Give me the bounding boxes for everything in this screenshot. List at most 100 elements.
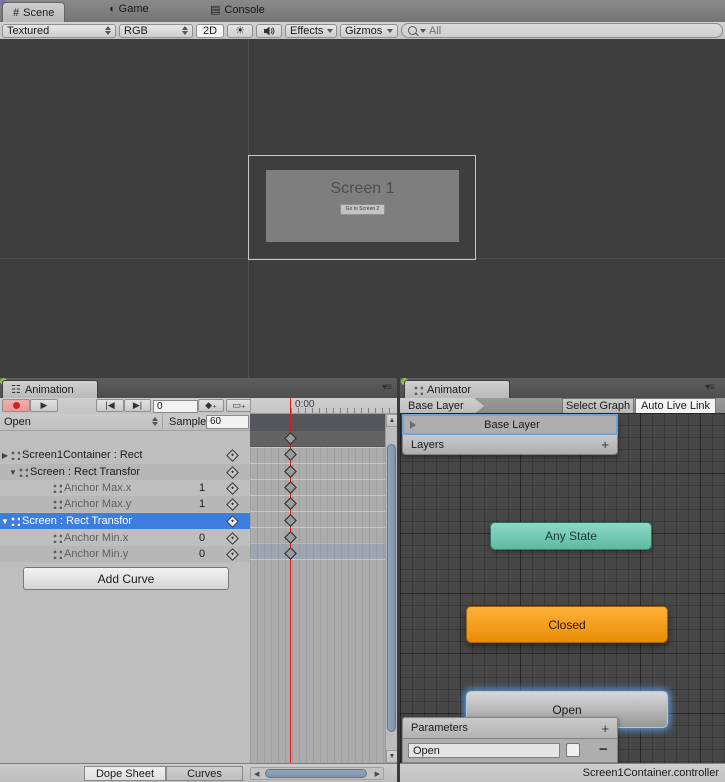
add-keyframe-button[interactable]: ◆₊ xyxy=(198,399,224,412)
remove-parameter-button[interactable]: − xyxy=(599,741,608,758)
rect-transform-icon xyxy=(18,467,28,477)
add-parameter-button[interactable]: + xyxy=(601,721,609,736)
screen1-panel[interactable]: Screen 1 Go to Screen 2 xyxy=(266,170,459,242)
animator-breadcrumb-bar: Base Layer Select Graph Auto Live Link xyxy=(400,398,725,414)
state-machine-graph[interactable]: Any State Closed Open xyxy=(400,413,725,763)
parameter-bool-checkbox[interactable] xyxy=(566,743,580,757)
console-icon: ▤ xyxy=(210,3,220,16)
dope-sheet-button[interactable]: Dope Sheet xyxy=(84,766,166,781)
tab-scene-label: Scene xyxy=(23,7,54,19)
tab-scene[interactable]: # Scene xyxy=(2,2,65,23)
property-row[interactable]: Anchor Max.x 1 xyxy=(0,480,250,496)
effects-dropdown[interactable]: Effects xyxy=(285,24,337,38)
add-curve-button[interactable]: Add Curve xyxy=(23,567,229,590)
keyframe-diamond-button[interactable] xyxy=(226,449,239,462)
property-label: Anchor Min.y xyxy=(64,548,128,560)
scene-search-input[interactable]: All xyxy=(401,23,723,38)
tab-game[interactable]: ◖ Game xyxy=(108,3,149,15)
breadcrumb-base-layer[interactable]: Base Layer xyxy=(400,398,484,414)
2d-toggle-button[interactable]: 2D xyxy=(196,24,224,38)
scene-audio-button[interactable] xyxy=(256,24,282,38)
panel-menu-icon[interactable]: ▾≡ xyxy=(382,382,391,393)
foldout-arrow[interactable]: ▼ xyxy=(0,517,10,526)
scene-lighting-button[interactable]: ☀ xyxy=(227,24,253,38)
property-row-selected[interactable]: ▼ Screen : Rect Transfor xyxy=(0,513,250,529)
rect-transform-icon xyxy=(10,516,20,526)
keyframe-diamond-button[interactable] xyxy=(226,498,239,511)
property-row-container[interactable]: ▶ Screen1Container : Rect xyxy=(0,447,250,463)
play-button[interactable]: ▶ xyxy=(30,399,58,412)
rect-transform-icon xyxy=(52,483,62,493)
updown-arrows-icon xyxy=(152,414,158,429)
timeline-vertical-scrollbar[interactable]: ▲ ▼ xyxy=(385,414,397,763)
keyframe-diamond-button[interactable] xyxy=(226,532,239,545)
animation-panel: ☷ Animation ▾≡ ▶ |◀ ▶| 0 ◆₊ ▭₊ xyxy=(0,378,397,782)
property-row[interactable]: Anchor Min.y 0 xyxy=(0,546,250,562)
auto-live-link-button[interactable]: Auto Live Link xyxy=(635,398,716,414)
rect-transform-icon xyxy=(10,450,20,460)
panel-menu-icon[interactable]: ▾≡ xyxy=(705,382,714,393)
search-filter-caret-icon xyxy=(420,29,426,36)
record-button[interactable] xyxy=(2,399,30,412)
clip-dropdown[interactable]: Open xyxy=(0,414,163,429)
record-icon xyxy=(13,402,20,409)
scroll-right-icon[interactable]: ▶ xyxy=(375,770,380,778)
keyframe-diamond-button[interactable] xyxy=(226,548,239,561)
property-label: Screen : Rect Transfor xyxy=(30,466,140,478)
select-graph-label: Select Graph xyxy=(566,400,630,412)
keyframe-diamond-button[interactable] xyxy=(226,482,239,495)
parameters-body: Open − xyxy=(402,739,618,763)
add-layer-button[interactable]: + xyxy=(601,437,609,452)
scroll-left-icon[interactable]: ◀ xyxy=(254,770,259,778)
tab-animator[interactable]: Animator xyxy=(404,380,510,398)
shading-mode-dropdown[interactable]: Textured xyxy=(2,24,116,38)
controller-path-label: Screen1Container.controller xyxy=(583,767,719,779)
timeline-dopesheet-area[interactable] xyxy=(250,447,385,763)
horizontal-scrollbar-thumb[interactable] xyxy=(265,769,367,778)
breadcrumb-label: Base Layer xyxy=(408,400,464,412)
state-node-closed[interactable]: Closed xyxy=(466,606,668,643)
property-row[interactable]: Anchor Max.y 1 xyxy=(0,496,250,512)
scene-view[interactable]: Screen 1 Go to Screen 2 xyxy=(0,40,725,378)
goto-screen2-button[interactable]: Go to Screen 2 xyxy=(340,204,386,215)
effects-label: Effects xyxy=(290,25,323,37)
curves-button[interactable]: Curves xyxy=(166,766,243,781)
render-channels-label: RGB xyxy=(124,25,148,37)
keyframe-diamond-button[interactable] xyxy=(226,466,239,479)
frame-number-field[interactable]: 0 xyxy=(153,400,198,413)
parameters-header[interactable]: Parameters + xyxy=(402,717,618,739)
property-value: 0 xyxy=(199,532,205,544)
tab-console[interactable]: ▤ Console xyxy=(210,3,265,16)
add-event-button[interactable]: ▭₊ xyxy=(226,399,252,412)
timeline-header-strip xyxy=(250,414,385,431)
timeline-summary-strip xyxy=(250,431,385,447)
add-curve-label: Add Curve xyxy=(98,572,155,586)
sample-rate-field[interactable]: 60 xyxy=(206,415,249,429)
skip-start-icon: |◀ xyxy=(105,400,114,411)
gizmos-dropdown[interactable]: Gizmos xyxy=(340,24,398,38)
foldout-arrow[interactable]: ▼ xyxy=(8,468,18,477)
select-graph-button[interactable]: Select Graph xyxy=(562,398,634,414)
parameter-name-field[interactable]: Open xyxy=(408,743,560,758)
property-label: Screen1Container : Rect xyxy=(22,449,142,461)
foldout-arrow[interactable]: ▶ xyxy=(0,451,10,460)
goto-last-frame-button[interactable]: ▶| xyxy=(124,399,151,412)
layers-header[interactable]: Layers + xyxy=(402,435,618,455)
state-node-any-state[interactable]: Any State xyxy=(490,522,652,550)
property-value: 1 xyxy=(199,498,205,510)
animation-tab-bar: ☷ Animation ▾≡ xyxy=(0,378,397,398)
timeline-horizontal-scrollbar[interactable]: ◀ ▶ xyxy=(250,767,384,780)
keyframe-add-icon: ◆₊ xyxy=(205,400,217,411)
search-placeholder: All xyxy=(429,25,441,37)
property-row[interactable]: ▼ Screen : Rect Transfor xyxy=(0,464,250,480)
property-row[interactable]: Anchor Min.x 0 xyxy=(0,530,250,546)
keyframe-diamond-button[interactable] xyxy=(226,515,239,528)
tab-animation[interactable]: ☷ Animation xyxy=(2,380,98,398)
timeline-ruler[interactable]: 0:00 xyxy=(250,398,397,414)
goto-first-frame-button[interactable]: |◀ xyxy=(96,399,124,412)
vertical-scrollbar-thumb[interactable] xyxy=(387,444,396,732)
layer-item-base-layer[interactable]: Base Layer xyxy=(402,414,618,435)
animator-icon xyxy=(413,385,423,395)
property-label: Anchor Min.x xyxy=(64,532,128,544)
render-channels-dropdown[interactable]: RGB xyxy=(119,24,193,38)
